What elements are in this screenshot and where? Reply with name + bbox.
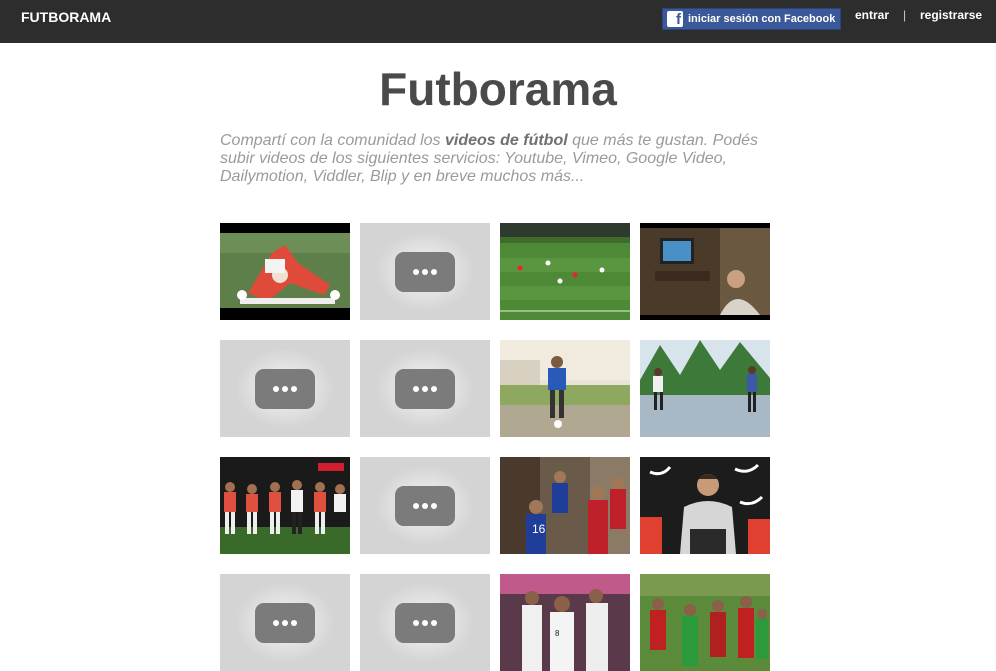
intro-text-highlight: videos de fútbol xyxy=(445,132,568,149)
video-thumbnail-image xyxy=(220,457,350,554)
register-link[interactable]: registrarse xyxy=(920,8,982,22)
page-title: Futborama xyxy=(379,63,617,115)
video-thumbnail[interactable] xyxy=(640,223,770,320)
svg-text:16: 16 xyxy=(532,522,546,536)
video-placeholder-icon xyxy=(255,369,315,409)
video-placeholder-icon xyxy=(255,603,315,643)
video-placeholder[interactable] xyxy=(360,340,490,437)
video-thumbnail[interactable] xyxy=(220,457,350,554)
svg-text:8: 8 xyxy=(555,629,560,638)
video-thumbnail[interactable]: 8 xyxy=(500,574,630,671)
facebook-login-label: iniciar sesión con Facebook xyxy=(688,13,836,25)
video-placeholder[interactable] xyxy=(220,574,350,671)
video-thumbnail[interactable] xyxy=(640,574,770,671)
video-placeholder[interactable] xyxy=(360,223,490,320)
video-thumbnail[interactable] xyxy=(640,340,770,437)
video-thumbnail-image: 8 xyxy=(500,574,630,671)
video-thumbnail-image: 16 xyxy=(500,457,630,554)
video-placeholder-icon xyxy=(395,369,455,409)
video-thumbnail-image xyxy=(640,223,770,320)
video-thumbnail[interactable]: 16 xyxy=(500,457,630,554)
video-placeholder-icon xyxy=(395,486,455,526)
video-placeholder[interactable] xyxy=(360,574,490,671)
intro-text: Compartí con la comunidad los videos de … xyxy=(220,132,780,186)
video-thumbnail[interactable] xyxy=(640,457,770,554)
intro-text-start: Compartí con la comunidad los xyxy=(220,132,445,149)
brand-logo-link[interactable]: FUTBORAMA xyxy=(21,9,111,25)
video-thumbnail[interactable] xyxy=(500,223,630,320)
login-link[interactable]: entrar xyxy=(855,8,889,22)
facebook-icon: f xyxy=(667,11,683,27)
video-thumbnail-image xyxy=(500,223,630,320)
facebook-login-button[interactable]: f iniciar sesión con Facebook xyxy=(662,8,841,30)
video-thumbnail-image xyxy=(640,340,770,437)
video-placeholder-icon xyxy=(395,252,455,292)
video-placeholder[interactable] xyxy=(220,340,350,437)
video-thumbnail-image xyxy=(640,457,770,554)
video-thumbnail-image xyxy=(220,223,350,320)
video-placeholder-icon xyxy=(395,603,455,643)
video-thumbnail[interactable] xyxy=(500,340,630,437)
video-placeholder[interactable] xyxy=(360,457,490,554)
video-thumbnail[interactable] xyxy=(220,223,350,320)
nav-separator: | xyxy=(903,8,907,22)
video-thumbnail-image xyxy=(500,340,630,437)
video-thumbnail-image xyxy=(640,574,770,671)
top-navbar: FUTBORAMA f iniciar sesión con Facebook … xyxy=(0,0,996,43)
